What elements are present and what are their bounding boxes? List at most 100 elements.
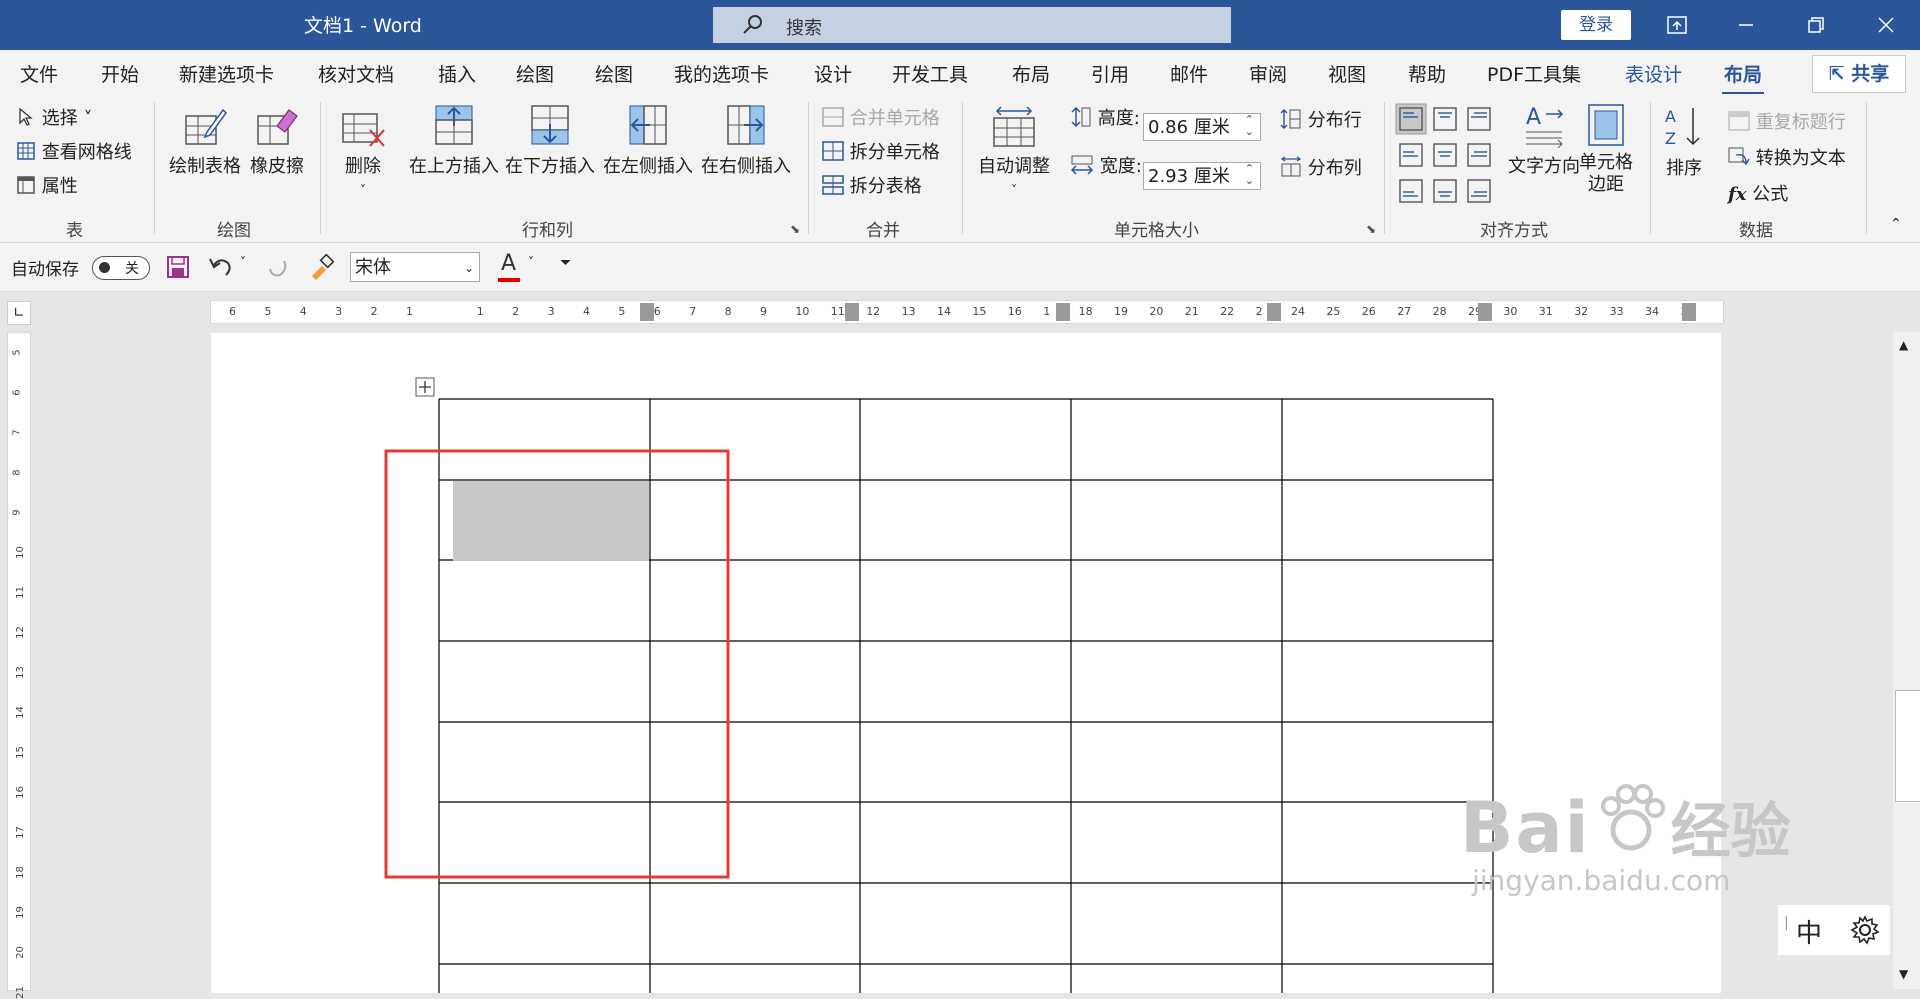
autofit-button[interactable]: 自动调整 ˅	[972, 106, 1056, 199]
font-select[interactable]: 宋体 ⌄	[350, 252, 480, 282]
tab-references[interactable]: 引用	[1091, 60, 1129, 87]
scroll-up-icon[interactable]: ▲	[1899, 338, 1908, 352]
tab-home[interactable]: 开始	[101, 60, 139, 87]
eraser-button[interactable]: 橡皮擦	[246, 106, 308, 178]
tab-layout[interactable]: 布局	[1012, 60, 1050, 87]
gear-icon[interactable]	[1850, 915, 1880, 945]
tab-view[interactable]: 视图	[1328, 60, 1366, 87]
insert-below-button[interactable]: 在下方插入	[504, 102, 596, 178]
cell-size-launcher-icon[interactable]: ⬊	[1366, 222, 1376, 236]
draw-table-button[interactable]: 绘制表格	[168, 106, 242, 178]
group-separator	[320, 102, 321, 234]
group-separator	[1866, 102, 1867, 234]
share-button[interactable]: ⇱ 共享	[1812, 55, 1906, 93]
repeat-header-button[interactable]: 重复标题行	[1728, 108, 1846, 134]
restore-icon[interactable]	[1796, 8, 1836, 42]
scroll-down-icon[interactable]: ▼	[1899, 967, 1908, 981]
height-input[interactable]: 0.86 厘米 ⌃ ⌄	[1143, 113, 1261, 141]
split-table-button[interactable]: 拆分表格	[822, 172, 922, 198]
cell-margins-button[interactable]: 单元格 边距	[1578, 102, 1634, 196]
scrollbar-thumb[interactable]	[1895, 690, 1920, 802]
font-color-dropdown-icon[interactable]: ˅	[528, 255, 534, 269]
convert-to-text-button[interactable]: 转换为文本	[1728, 144, 1846, 170]
vertical-ruler[interactable]: 5 6 7 8 9 10 11 12 13 14 15 16 17 18 19 20 21	[7, 332, 31, 999]
select-button[interactable]: 选择 ˅	[16, 104, 92, 130]
tab-mailings[interactable]: 邮件	[1170, 60, 1208, 87]
tab-insert[interactable]: 插入	[438, 60, 476, 87]
minimize-icon[interactable]	[1726, 8, 1766, 42]
ime-indicator[interactable]: | 中	[1778, 905, 1890, 955]
spinner-arrows-icon[interactable]: ⌃ ⌄	[1245, 114, 1254, 138]
tab-table-layout[interactable]: 布局	[1721, 60, 1765, 95]
tab-file[interactable]: 文件	[20, 60, 58, 87]
insert-below-icon	[531, 105, 569, 145]
distribute-rows-label: 分布行	[1307, 110, 1362, 131]
tab-help[interactable]: 帮助	[1408, 60, 1446, 87]
svg-text:A: A	[1526, 105, 1541, 130]
search-box[interactable]: 搜索	[713, 7, 1231, 43]
watermark: Bai 经验 jingyan.baidu.com	[1460, 780, 1791, 897]
ruler-tick-label: 28	[1432, 305, 1447, 318]
font-color-button[interactable]: A	[498, 251, 520, 283]
horizontal-ruler[interactable]: 6 5 4 3 2 1 1 2 3 4 5 6 7 8 9 10 11 12 13 14 15 16 1 18 19 20 21 22…	[210, 300, 1724, 324]
tab-review-doc[interactable]: 核对文档	[318, 60, 394, 87]
ruler-column-marker[interactable]	[640, 303, 654, 321]
quick-access-toolbar: 自动保存 关 ˅ 宋体 ⌄ A ˅ ⏷	[0, 243, 1920, 292]
ruler-column-marker[interactable]	[1682, 303, 1696, 321]
insert-left-button[interactable]: 在左侧插入	[600, 102, 696, 178]
insert-right-button[interactable]: 在右侧插入	[698, 102, 794, 178]
redo-icon[interactable]	[266, 255, 290, 279]
ruler-tick-label: 1	[476, 305, 484, 318]
tab-draw-1[interactable]: 绘图	[516, 60, 554, 87]
merge-cells-label: 合并单元格	[849, 108, 940, 129]
tab-my-tab[interactable]: 我的选项卡	[674, 60, 769, 87]
delete-button[interactable]: 删除 ˅	[338, 106, 388, 199]
tab-developer[interactable]: 开发工具	[892, 60, 968, 87]
ruler-column-marker[interactable]	[1056, 303, 1070, 321]
ruler-column-marker[interactable]	[845, 303, 859, 321]
undo-icon[interactable]	[208, 255, 234, 279]
sort-button[interactable]: AZ 排序	[1660, 104, 1708, 180]
tab-draw-2[interactable]: 绘图	[595, 60, 633, 87]
distribute-cols-button[interactable]: 分布列	[1280, 154, 1362, 180]
close-icon[interactable]	[1866, 8, 1906, 42]
tab-table-design[interactable]: 表设计	[1625, 60, 1682, 87]
login-button[interactable]: 登录	[1561, 10, 1631, 40]
collapse-ribbon-icon[interactable]: ⌃	[1890, 216, 1902, 232]
ruler-column-marker[interactable]	[1478, 303, 1492, 321]
properties-button[interactable]: 属性	[16, 172, 78, 198]
formula-button[interactable]: fx 公式	[1728, 180, 1788, 206]
format-painter-icon[interactable]	[308, 254, 334, 280]
vertical-scrollbar[interactable]: ▲ ▼	[1893, 332, 1920, 989]
rows-cols-launcher-icon[interactable]: ⬊	[790, 222, 800, 236]
table-move-handle-icon[interactable]	[415, 377, 435, 397]
tab-new[interactable]: 新建选项卡	[179, 60, 274, 87]
convert-to-text-label: 转换为文本	[1755, 148, 1846, 169]
tab-review[interactable]: 审阅	[1249, 60, 1287, 87]
view-gridlines-button[interactable]: 查看网格线	[16, 138, 132, 164]
text-direction-button[interactable]: A 文字方向	[1504, 102, 1584, 178]
ruler-column-marker[interactable]	[1267, 303, 1281, 321]
distribute-rows-button[interactable]: 分布行	[1280, 106, 1362, 132]
search-placeholder: 搜索	[786, 18, 822, 39]
save-icon[interactable]	[166, 255, 190, 279]
tab-stop-selector-icon[interactable]: ∟	[7, 301, 31, 325]
ime-lang[interactable]: 中	[1796, 913, 1822, 950]
merge-cells-button[interactable]: 合并单元格	[822, 104, 940, 130]
customize-qat-icon[interactable]: ⏷	[560, 255, 571, 271]
group-label-merge: 合并	[866, 221, 900, 241]
ruler-tick-label: 5	[264, 305, 272, 318]
split-cells-button[interactable]: 拆分单元格	[822, 138, 940, 164]
width-input[interactable]: 2.93 厘米 ⌃ ⌄	[1143, 162, 1261, 190]
ruler-tick-label: 3	[335, 305, 343, 318]
ruler-tick-label: 12	[866, 305, 881, 318]
autosave-toggle[interactable]: 关	[92, 256, 150, 280]
tab-design[interactable]: 设计	[814, 60, 852, 87]
svg-text:Z: Z	[1665, 129, 1676, 148]
ribbon-display-options-icon[interactable]	[1657, 8, 1697, 42]
insert-above-button[interactable]: 在上方插入	[408, 102, 500, 178]
spinner-arrows-icon[interactable]: ⌃ ⌄	[1245, 163, 1254, 187]
ruler-tick-label: 8	[724, 305, 732, 318]
tab-pdf[interactable]: PDF工具集	[1487, 60, 1581, 87]
undo-dropdown-icon[interactable]: ˅	[240, 255, 246, 269]
